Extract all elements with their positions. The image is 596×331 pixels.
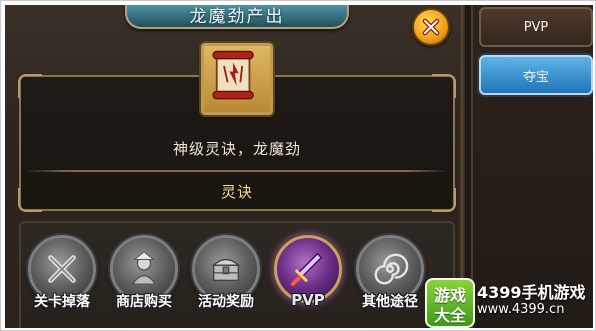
tab-treasure[interactable]: 夺宝 xyxy=(479,55,593,95)
source-shop[interactable]: 商店购买 xyxy=(109,235,179,328)
source-label: PVP xyxy=(291,291,325,309)
merchant-icon xyxy=(131,251,157,285)
item-icon xyxy=(201,43,273,115)
tab-pvp[interactable]: PVP xyxy=(479,7,593,47)
watermark-logo-line2: 大全 xyxy=(433,306,466,325)
source-label: 关卡掉落 xyxy=(34,294,90,310)
screenshot-frame: 龙魔劲产出 神级灵诀，龙魔劲 灵诀 关卡掉落 商店购买 活动奖励 PVP 其他途… xyxy=(0,0,596,331)
treasure-chest-icon xyxy=(211,258,241,282)
divider xyxy=(25,170,449,172)
close-icon xyxy=(422,18,440,36)
source-label: 其他途径 xyxy=(362,294,418,310)
game-screen: 龙魔劲产出 神级灵诀，龙魔劲 灵诀 关卡掉落 商店购买 活动奖励 PVP 其他途… xyxy=(5,5,593,328)
corner-ornament xyxy=(432,74,456,98)
panel-title: 龙魔劲产出 xyxy=(189,7,285,27)
tab-label: 夺宝 xyxy=(522,69,549,85)
scroll-icon xyxy=(212,50,254,100)
crossed-swords-icon xyxy=(48,255,76,283)
watermark-name: 4399手机游戏 xyxy=(477,283,586,302)
close-button[interactable] xyxy=(412,8,450,46)
source-level-drop[interactable]: 关卡掉落 xyxy=(27,235,97,328)
source-label: 活动奖励 xyxy=(198,294,254,310)
spiral-icon xyxy=(374,253,409,285)
item-category: 灵诀 xyxy=(220,183,253,201)
watermark-logo: 游戏 大全 xyxy=(425,278,475,328)
watermark-url: www.4399.cn xyxy=(477,302,565,317)
source-other[interactable]: 其他途径 xyxy=(355,235,425,328)
item-description: 神级灵诀，龙魔劲 xyxy=(172,140,301,158)
site-watermark: 游戏 大全 4399手机游戏 www.4399.cn xyxy=(425,275,593,328)
corner-ornament xyxy=(18,74,42,98)
item-source-panel: 龙魔劲产出 神级灵诀，龙魔劲 灵诀 关卡掉落 商店购买 活动奖励 PVP 其他途… xyxy=(5,5,465,328)
sword-icon xyxy=(290,252,323,287)
source-pvp[interactable]: PVP xyxy=(273,235,343,328)
source-event[interactable]: 活动奖励 xyxy=(191,235,261,328)
tab-label: PVP xyxy=(523,19,549,35)
title-banner: 龙魔劲产出 xyxy=(125,5,349,29)
source-label: 商店购买 xyxy=(116,294,172,310)
